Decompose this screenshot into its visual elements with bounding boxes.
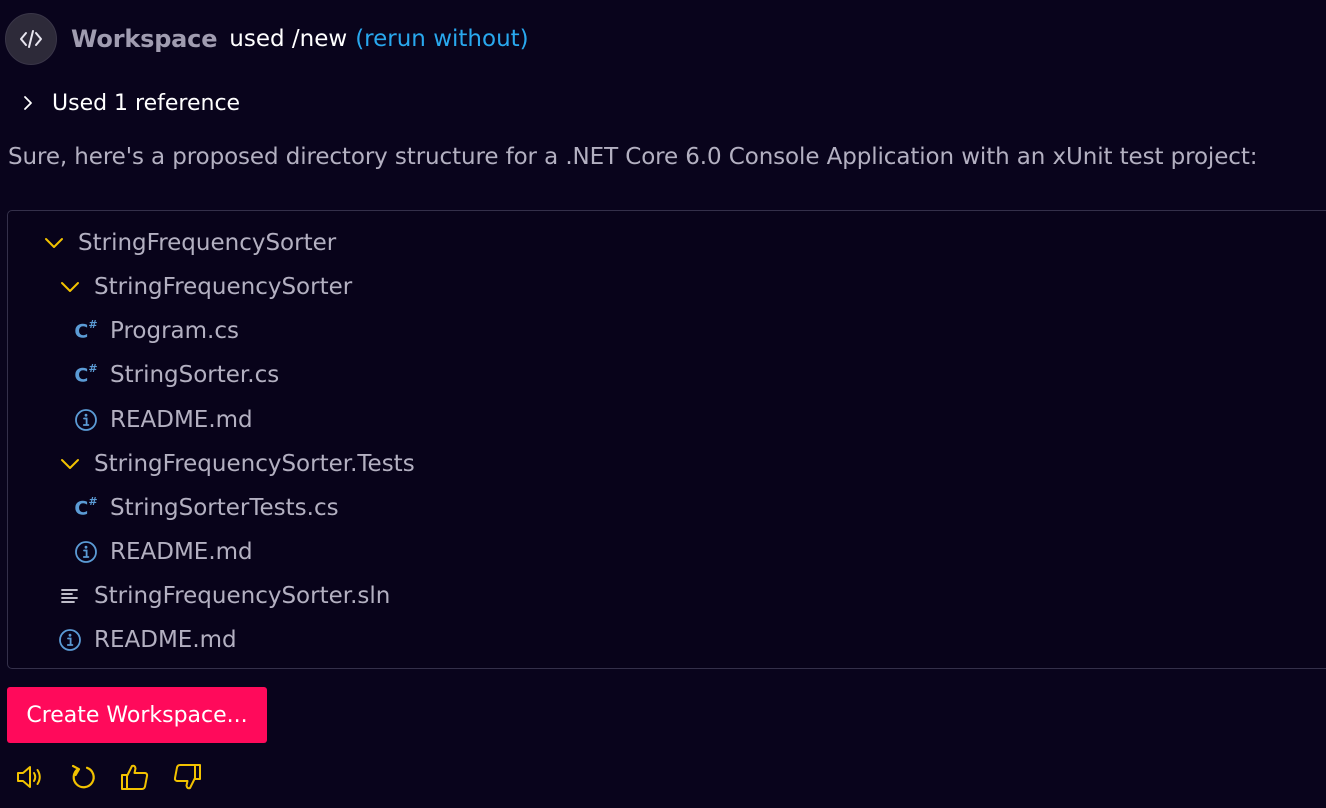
- response-actions: [14, 760, 222, 794]
- rerun-without-link[interactable]: (rerun without): [355, 26, 528, 52]
- thumbs-up-icon[interactable]: [118, 760, 152, 794]
- tree-file-row[interactable]: C# StringSorter.cs: [74, 355, 279, 395]
- tree-item-label: README.md: [110, 407, 253, 433]
- chat-response: Workspace used /new (rerun without) Used…: [0, 0, 1326, 808]
- tree-item-label: StringFrequencySorter: [94, 274, 353, 300]
- code-brackets-icon: [5, 13, 57, 65]
- response-intro-text: Sure, here's a proposed directory struct…: [8, 144, 1258, 170]
- csharp-file-icon: C#: [74, 317, 98, 343]
- tree-item-label: StringFrequencySorter: [78, 230, 337, 256]
- tree-item-label: StringFrequencySorter.sln: [94, 583, 391, 609]
- tree-item-label: Program.cs: [110, 318, 239, 344]
- folder-chevron-down-icon: [58, 275, 82, 299]
- response-header: Workspace used /new (rerun without): [5, 13, 529, 65]
- tree-file-row[interactable]: C# StringSorterTests.cs: [74, 488, 339, 528]
- tree-item-label: README.md: [110, 539, 253, 565]
- tree-item-label: StringSorter.cs: [110, 362, 280, 388]
- tree-folder-row[interactable]: StringFrequencySorter.Tests: [58, 444, 415, 484]
- thumbs-down-icon[interactable]: [170, 760, 204, 794]
- csharp-file-icon: C#: [74, 361, 98, 387]
- tree-folder-row[interactable]: StringFrequencySorter: [58, 267, 352, 307]
- folder-chevron-down-icon: [42, 231, 66, 255]
- solution-file-icon: [58, 584, 82, 608]
- speaker-icon[interactable]: [14, 760, 48, 794]
- tree-file-row[interactable]: C# Program.cs: [74, 311, 239, 351]
- workspace-agent-name: Workspace: [71, 25, 218, 53]
- refresh-icon[interactable]: [66, 760, 100, 794]
- tree-file-row[interactable]: README.md: [74, 532, 253, 572]
- used-references-label: Used 1 reference: [52, 90, 241, 116]
- tree-file-row[interactable]: StringFrequencySorter.sln: [58, 576, 390, 616]
- folder-chevron-down-icon: [58, 452, 82, 476]
- tree-file-row[interactable]: README.md: [58, 620, 237, 660]
- used-references-toggle[interactable]: Used 1 reference: [18, 86, 240, 120]
- used-command-text: used /new: [229, 26, 348, 52]
- file-tree: StringFrequencySorter StringFrequencySor…: [7, 210, 1326, 669]
- tree-item-label: StringSorterTests.cs: [110, 495, 339, 521]
- chevron-right-icon: [18, 93, 38, 113]
- tree-folder-row[interactable]: StringFrequencySorter: [42, 223, 336, 263]
- tree-item-label: StringFrequencySorter.Tests: [94, 451, 415, 477]
- info-icon: [74, 408, 98, 432]
- tree-file-row[interactable]: README.md: [74, 400, 253, 440]
- tree-item-label: README.md: [94, 627, 237, 653]
- create-workspace-button[interactable]: Create Workspace...: [7, 687, 267, 743]
- csharp-file-icon: C#: [74, 494, 98, 520]
- info-icon: [74, 540, 98, 564]
- info-icon: [58, 628, 82, 652]
